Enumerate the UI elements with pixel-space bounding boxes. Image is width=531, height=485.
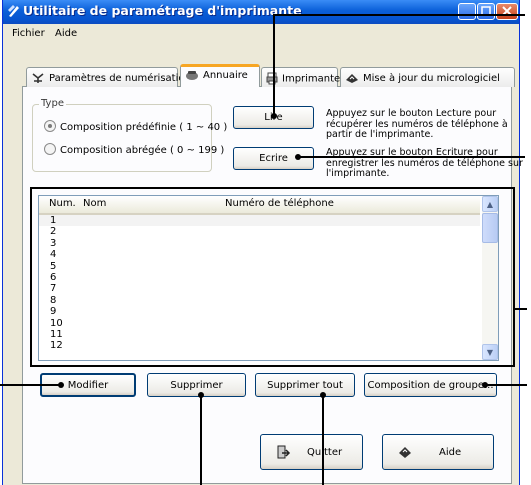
- tab-label: Paramètres de numérisation: [49, 73, 191, 84]
- window-title: Utilitaire de paramétrage d'imprimante: [23, 3, 302, 18]
- write-button[interactable]: Ecrire: [233, 147, 314, 170]
- close-button[interactable]: [496, 3, 518, 20]
- desc-line: partir de l'imprimante.: [326, 129, 434, 140]
- tab-scan-settings[interactable]: Paramètres de numérisation: [26, 67, 191, 87]
- close-icon: [502, 6, 512, 16]
- title-bar[interactable]: Utilitaire de paramétrage d'imprimante: [3, 0, 519, 24]
- help-label: Aide: [439, 446, 462, 458]
- type-legend: Type: [39, 98, 66, 109]
- menu-fichier[interactable]: Fichier: [12, 28, 45, 39]
- radio-label: Composition prédéfinie ( 1 ~ 40 ): [60, 122, 228, 133]
- help-button[interactable]: Aide: [382, 434, 494, 470]
- maximize-icon: [481, 6, 491, 16]
- callout-line: [0, 384, 60, 386]
- minimize-button[interactable]: [458, 3, 476, 20]
- maximize-button[interactable]: [477, 3, 495, 20]
- write-description: Appuyez sur le bouton Ecriture pour enre…: [326, 147, 523, 180]
- desc-line: Appuyez sur le bouton Lecture pour: [326, 108, 497, 119]
- read-description: Appuyez sur le bouton Lecture pour récup…: [326, 108, 508, 141]
- app-icon: [8, 5, 19, 17]
- quit-label: Quitter: [307, 446, 343, 458]
- callout-line: [273, 14, 525, 16]
- delete-button[interactable]: Supprimer: [147, 373, 246, 397]
- menu-bar: Fichier Aide: [3, 25, 519, 45]
- minimize-icon: [463, 14, 469, 16]
- firmware-icon: [346, 74, 358, 83]
- callout-line: [298, 156, 525, 158]
- delete-all-button[interactable]: Supprimer tout: [255, 373, 355, 397]
- radio-button[interactable]: [44, 120, 56, 132]
- radio-label: Composition abrégée ( 0 ~ 199 ): [60, 145, 225, 156]
- callout-line: [515, 308, 527, 310]
- menu-aide[interactable]: Aide: [55, 28, 77, 39]
- callout-line: [485, 384, 527, 386]
- printer-icon: [266, 72, 278, 85]
- scanner-icon: [32, 73, 44, 83]
- phonebook-icon: [186, 71, 198, 80]
- group-dial-button[interactable]: Composition de groupe...: [364, 373, 497, 397]
- radio-predefined[interactable]: Composition prédéfinie ( 1 ~ 40 ): [44, 120, 228, 133]
- list-highlight-frame: [30, 187, 515, 367]
- tab-label: Imprimante: [282, 73, 341, 85]
- radio-button[interactable]: [44, 143, 56, 155]
- tab-label: Mise à jour du micrologiciel: [363, 73, 500, 84]
- tab-phonebook[interactable]: Annuaire: [180, 64, 260, 87]
- callout-line: [200, 395, 202, 485]
- help-book-icon: [399, 447, 411, 458]
- tab-firmware-update[interactable]: Mise à jour du micrologiciel: [340, 67, 515, 87]
- tab-label: Annuaire: [203, 70, 248, 81]
- exit-icon: [277, 445, 291, 459]
- desc-line: l'imprimante.: [326, 168, 390, 179]
- type-group: Type: [32, 98, 212, 172]
- radio-abbreviated[interactable]: Composition abrégée ( 0 ~ 199 ): [44, 143, 225, 156]
- callout-line: [273, 14, 275, 115]
- quit-button[interactable]: Quitter: [260, 434, 363, 470]
- callout-line: [322, 395, 324, 485]
